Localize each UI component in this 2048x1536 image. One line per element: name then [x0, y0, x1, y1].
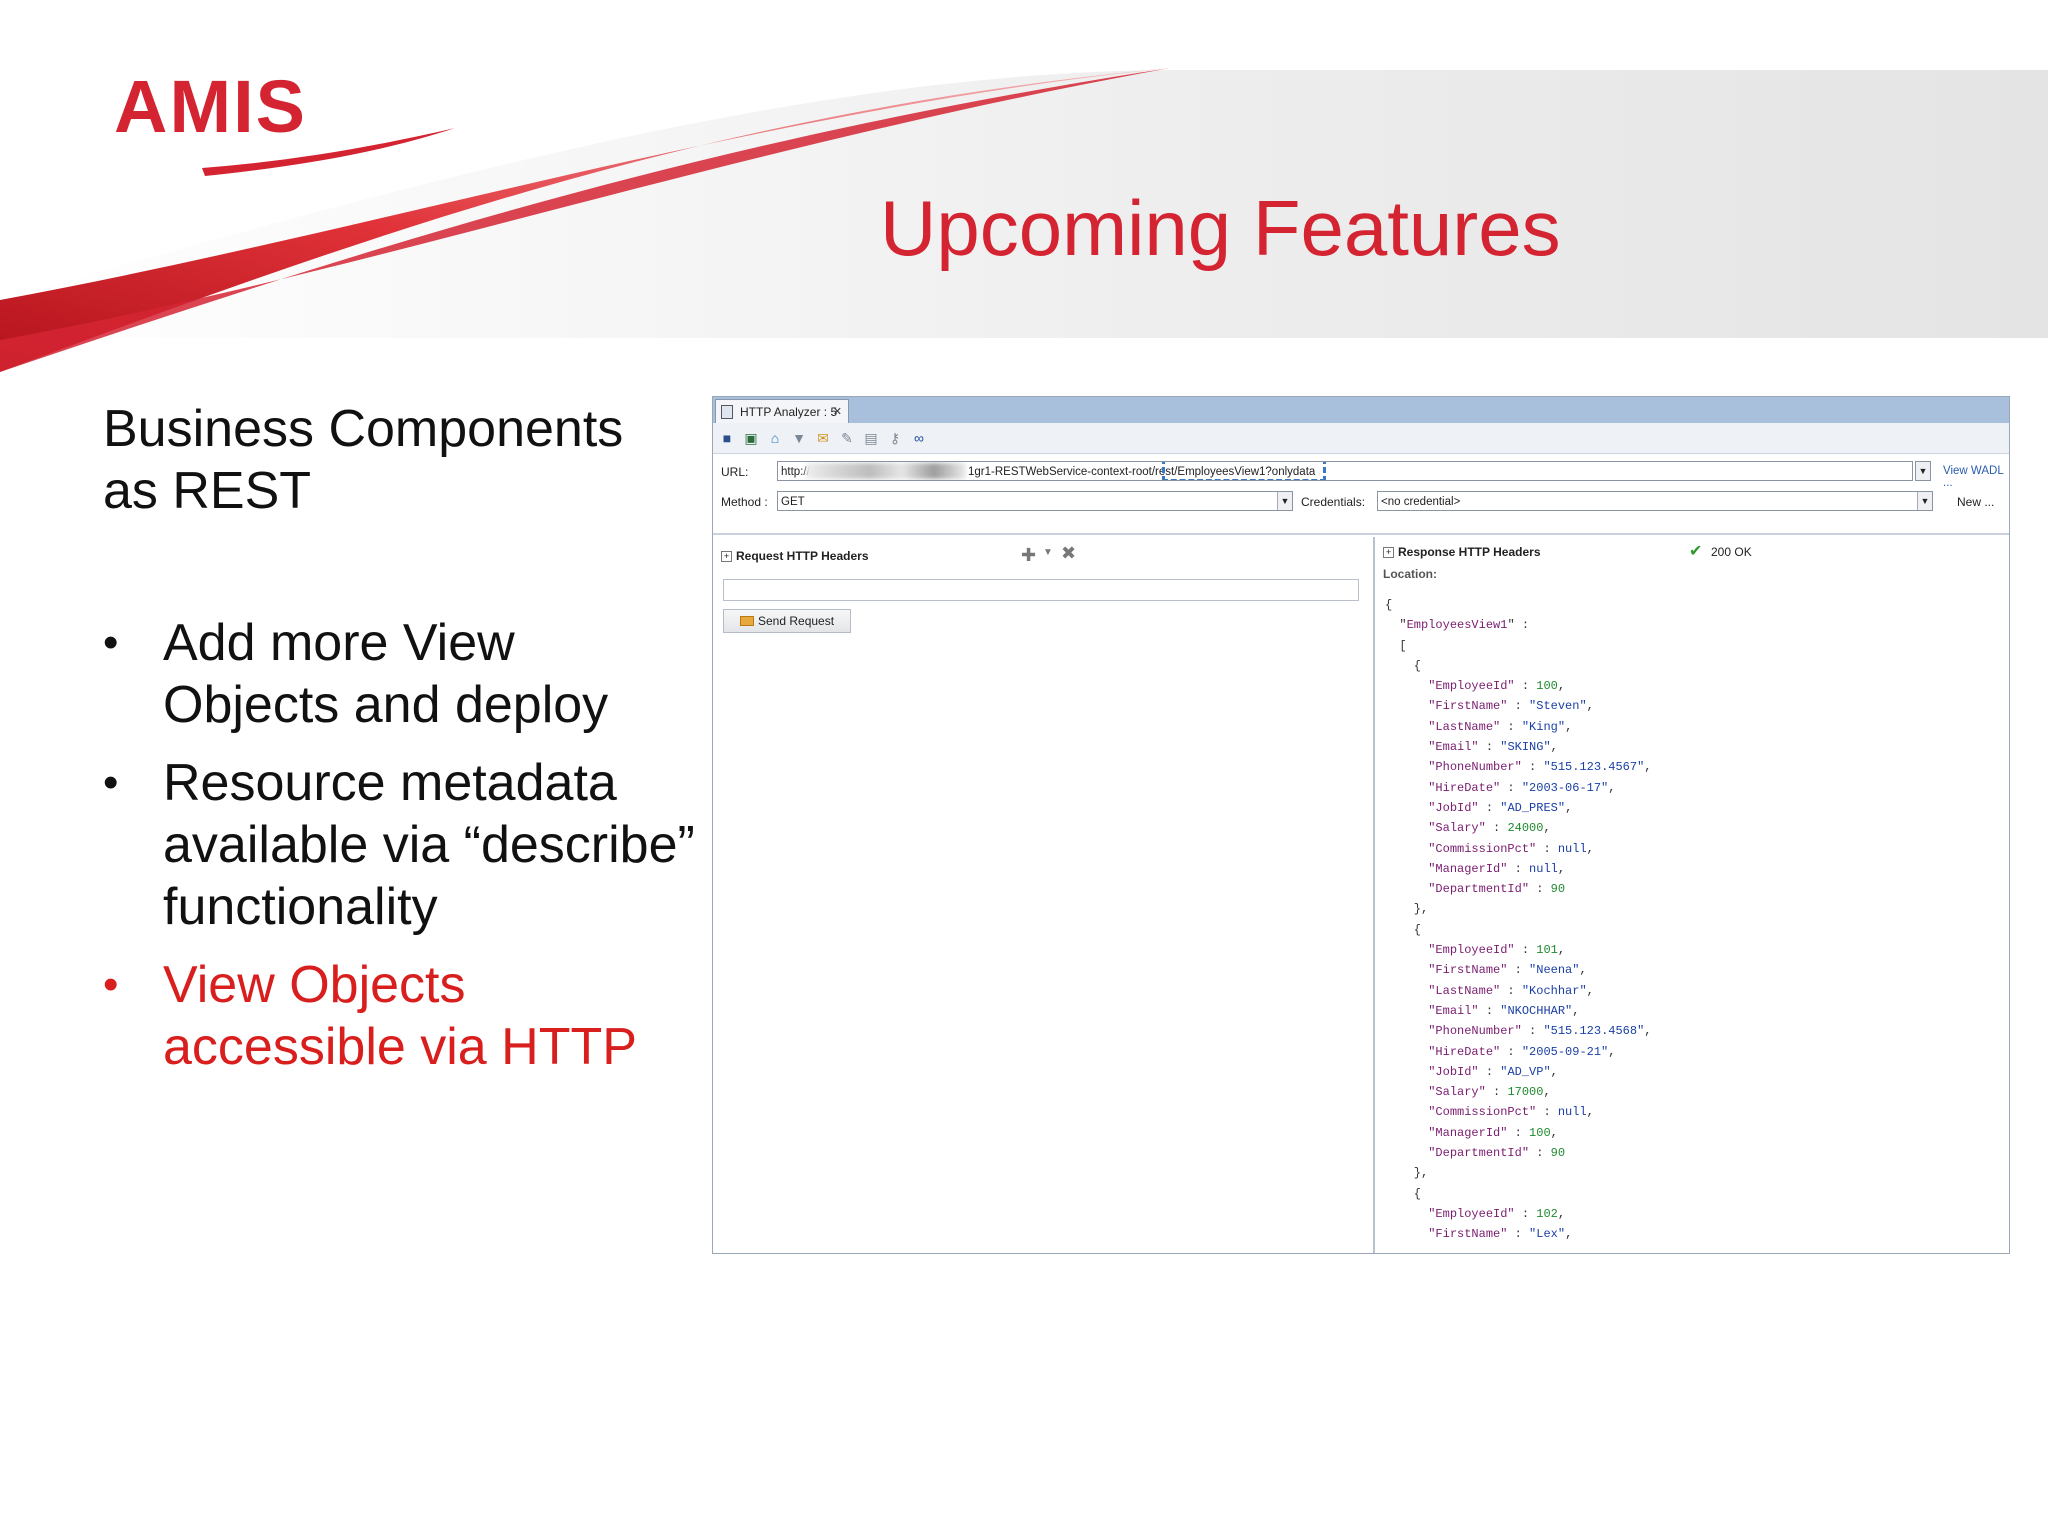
request-headers-label: Request HTTP Headers — [736, 549, 869, 563]
subtitle-line-2: as REST — [103, 462, 312, 520]
json-value: 24000 — [1507, 821, 1544, 836]
response-pane: + Response HTTP Headers ✔ 200 OK Location… — [1377, 537, 2009, 1253]
splitter[interactable] — [713, 533, 2009, 535]
method-value: GET — [781, 496, 805, 508]
json-value: "SKING" — [1500, 740, 1551, 755]
copy-icon[interactable]: ▤ — [863, 430, 879, 446]
json-root-key: EmployeesView1 — [1406, 618, 1508, 633]
slide-subtitle: Business Components as REST — [103, 398, 683, 522]
json-value: 102 — [1536, 1206, 1558, 1221]
response-headers-title[interactable]: + Response HTTP Headers — [1383, 545, 1541, 559]
edit-icon[interactable]: ✎ — [839, 430, 855, 446]
down-icon[interactable]: ▼ — [791, 430, 807, 446]
json-value: null — [1557, 841, 1587, 856]
method-row: Method : GET ▼ Credentials: <no credenti… — [713, 489, 2009, 517]
close-icon[interactable]: ✕ — [833, 400, 842, 424]
json-value: "Kochhar" — [1521, 983, 1587, 998]
bullet-list: Add more View Objects and deploy Resourc… — [103, 612, 703, 1094]
json-value: 101 — [1536, 943, 1558, 958]
json-value: "NKOCHHAR" — [1500, 1003, 1573, 1018]
save-all-icon[interactable]: ▣ — [743, 430, 759, 446]
save-icon[interactable]: ■ — [719, 430, 735, 446]
json-value: "King" — [1521, 719, 1566, 734]
send-request-button[interactable]: Send Request — [723, 609, 851, 633]
request-headers-input[interactable] — [723, 579, 1359, 601]
json-value: "Steven" — [1529, 699, 1587, 714]
json-value: 90 — [1550, 1146, 1566, 1161]
send-icon — [740, 616, 754, 626]
tab-http-analyzer[interactable]: HTTP Analyzer : 5 ✕ — [715, 399, 849, 423]
json-value: null — [1557, 1105, 1587, 1120]
expand-icon: + — [721, 551, 732, 563]
http-analyzer-window: HTTP Analyzer : 5 ✕ ■ ▣ ⌂ ▼ ✉ ✎ ▤ ⚷ ∞ UR… — [712, 396, 2010, 1254]
response-headers-label: Response HTTP Headers — [1398, 545, 1541, 559]
bullet-item-highlighted: View Objects accessible via HTTP — [103, 954, 703, 1078]
key-icon[interactable]: ⚷ — [887, 430, 903, 446]
send-request-label: Send Request — [758, 614, 835, 628]
chevron-down-icon[interactable]: ▼ — [1043, 547, 1053, 558]
json-value: null — [1529, 861, 1558, 876]
method-label: Method : — [721, 495, 768, 509]
mail-icon[interactable]: ✉ — [815, 430, 831, 446]
new-credential-button[interactable]: New ... — [1957, 495, 1994, 509]
toolbar: ■ ▣ ⌂ ▼ ✉ ✎ ▤ ⚷ ∞ — [713, 423, 2009, 454]
json-value: "AD_PRES" — [1500, 800, 1566, 815]
json-value: "2003-06-17" — [1521, 780, 1609, 795]
analyzer-icon — [721, 405, 733, 419]
bullet-item: Add more View Objects and deploy — [103, 612, 703, 736]
json-value: 100 — [1529, 1125, 1551, 1140]
credentials-label: Credentials: — [1301, 495, 1366, 509]
request-pane: + Request HTTP Headers ✚ ▼ ✖ Send Request — [715, 537, 1375, 1253]
url-row: URL: http:// 1gr1-RESTWebService-context… — [713, 459, 2009, 489]
json-value: "Neena" — [1529, 963, 1580, 978]
json-value: "2005-09-21" — [1521, 1044, 1609, 1059]
url-redacted — [806, 463, 966, 479]
json-value: "515.123.4568" — [1543, 1024, 1645, 1039]
response-body: { "EmployeesView1" : [ { "EmployeeId" : … — [1385, 598, 1652, 1242]
tab-strip: HTTP Analyzer : 5 ✕ — [713, 397, 2009, 423]
status-code: 200 OK — [1711, 545, 1752, 559]
subtitle-line-1: Business Components — [103, 400, 624, 458]
slide: AMIS Upcoming Features Business Componen… — [0, 0, 2048, 1536]
location-label: Location: — [1383, 567, 1437, 581]
binoculars-icon[interactable]: ∞ — [911, 430, 927, 446]
url-label: URL: — [721, 465, 749, 479]
url-history-dropdown[interactable]: ▼ — [1915, 461, 1931, 481]
chevron-down-icon: ▼ — [1917, 492, 1932, 510]
json-value: "515.123.4567" — [1543, 760, 1645, 775]
expand-icon: + — [1383, 547, 1394, 559]
tab-label: HTTP Analyzer : 5 — [740, 405, 838, 419]
request-headers-title[interactable]: + Request HTTP Headers — [721, 549, 869, 563]
credentials-value: <no credential> — [1381, 496, 1461, 508]
chevron-down-icon: ▼ — [1277, 492, 1292, 510]
logo-text: AMIS — [114, 65, 307, 148]
view-wadl-link[interactable]: View WADL ... — [1943, 465, 2009, 489]
json-value: "Lex" — [1529, 1227, 1566, 1242]
method-select[interactable]: GET ▼ — [777, 491, 1293, 511]
slide-title: Upcoming Features — [880, 184, 1561, 272]
json-value: 90 — [1550, 882, 1566, 897]
check-icon: ✔ — [1689, 543, 1703, 560]
json-value: "AD_VP" — [1500, 1064, 1551, 1079]
home-icon[interactable]: ⌂ — [767, 430, 783, 446]
url-input[interactable]: http:// 1gr1-RESTWebService-context-root… — [777, 461, 1913, 481]
delete-icon[interactable]: ✖ — [1061, 543, 1076, 564]
add-icon[interactable]: ✚ — [1021, 545, 1036, 566]
url-highlight-box — [1162, 462, 1326, 480]
json-value: 100 — [1536, 679, 1558, 694]
bullet-item: Resource metadata available via “describ… — [103, 752, 703, 938]
amis-logo: AMIS — [114, 65, 455, 176]
json-value: 17000 — [1507, 1085, 1544, 1100]
credentials-select[interactable]: <no credential> ▼ — [1377, 491, 1933, 511]
chevron-down-icon: ▼ — [1916, 462, 1930, 480]
